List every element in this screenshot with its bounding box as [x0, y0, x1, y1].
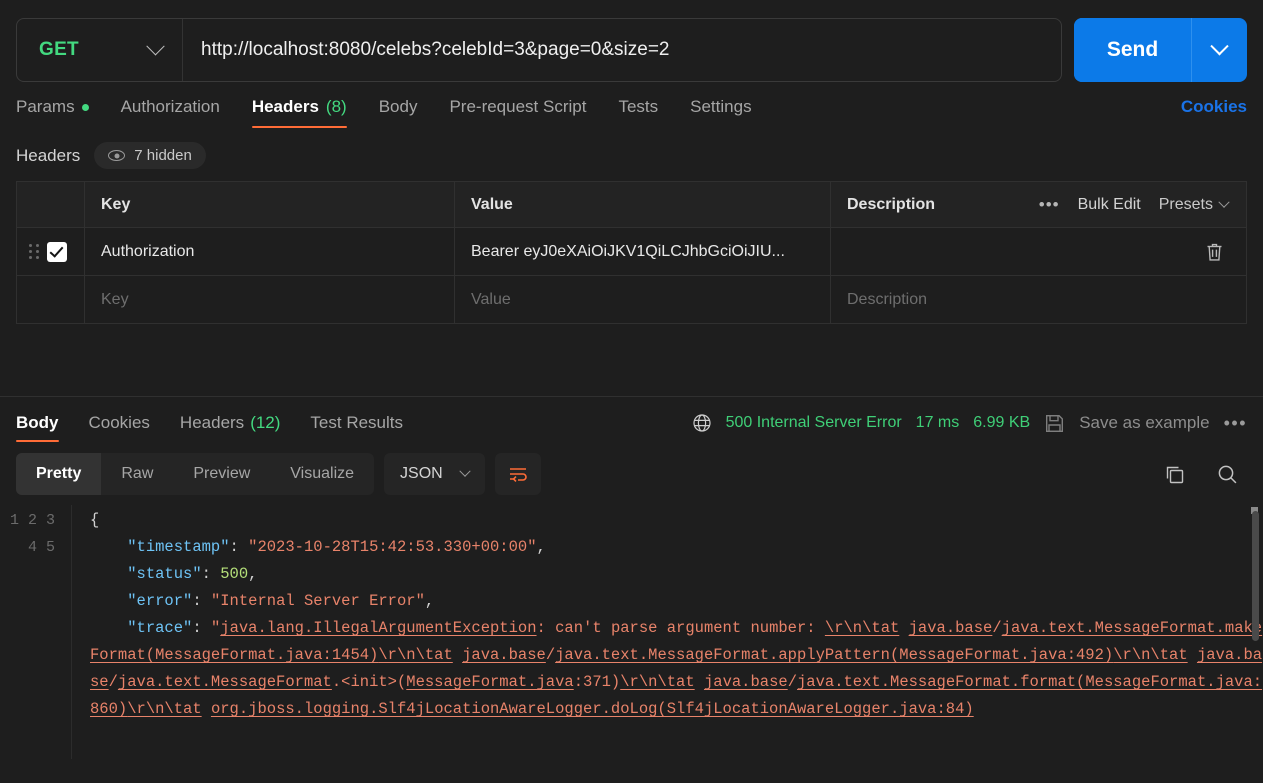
- tab-body[interactable]: Body: [379, 97, 418, 128]
- headers-section-title: Headers: [16, 145, 81, 165]
- response-view-toolbar: Pretty Raw Preview Visualize JSON: [0, 449, 1263, 495]
- tab-settings[interactable]: Settings: [690, 97, 751, 128]
- response-tab-test-results-label: Test Results: [310, 413, 404, 432]
- response-body-tools: [1163, 463, 1247, 486]
- copy-icon[interactable]: [1163, 463, 1186, 486]
- json-body[interactable]: { "timestamp": "2023-10-28T15:42:53.330+…: [72, 505, 1263, 759]
- view-mode-pretty[interactable]: Pretty: [16, 453, 102, 495]
- tab-authorization-label: Authorization: [120, 97, 220, 116]
- response-tab-body[interactable]: Body: [16, 397, 59, 449]
- view-mode-visualize[interactable]: Visualize: [270, 453, 374, 495]
- row-delete-cell: [1036, 228, 1247, 275]
- line-number-gutter: 1 2 3 4 5: [0, 505, 72, 759]
- trash-icon[interactable]: [1205, 242, 1224, 262]
- url-box: GET http://localhost:8080/celebs?celebId…: [16, 18, 1062, 82]
- view-mode-preview[interactable]: Preview: [173, 453, 270, 495]
- tab-params[interactable]: Params: [16, 97, 89, 128]
- response-format-selector[interactable]: JSON: [384, 453, 485, 495]
- response-tab-headers-label: Headers: [179, 413, 245, 432]
- bulk-edit-button[interactable]: Bulk Edit: [1078, 196, 1141, 214]
- send-button-group: Send: [1074, 18, 1247, 82]
- tab-tests-label: Tests: [618, 97, 659, 116]
- url-input[interactable]: http://localhost:8080/celebs?celebId=3&p…: [183, 19, 1061, 81]
- http-method-label: GET: [39, 39, 79, 60]
- table-row[interactable]: Authorization Bearer eyJ0eXAiOiJKV1QiLCJ…: [17, 228, 1246, 276]
- response-tab-test-results[interactable]: Test Results: [310, 397, 403, 449]
- row-checkbox[interactable]: [47, 241, 67, 262]
- view-mode-raw[interactable]: Raw: [101, 453, 173, 495]
- response-tab-cookies[interactable]: Cookies: [89, 397, 150, 449]
- response-tab-cookies-label: Cookies: [88, 413, 150, 432]
- status-badge: 500 Internal Server Error: [725, 414, 902, 431]
- response-status-bar: 500 Internal Server Error 17 ms 6.99 KB …: [692, 413, 1247, 434]
- headers-table-head: Key Value Description ••• Bulk Edit Pres…: [17, 182, 1246, 228]
- presets-button[interactable]: Presets: [1158, 195, 1230, 214]
- globe-icon: [692, 413, 712, 433]
- response-tab-body-label: Body: [16, 413, 59, 432]
- tab-params-label: Params: [16, 97, 75, 116]
- tab-headers[interactable]: Headers (8): [251, 97, 347, 128]
- hidden-headers-label: 7 hidden: [134, 147, 192, 164]
- cookies-link[interactable]: Cookies: [1181, 97, 1247, 128]
- view-mode-segmented-control: Pretty Raw Preview Visualize: [16, 453, 375, 495]
- more-options-icon[interactable]: •••: [1039, 195, 1060, 215]
- table-row[interactable]: Key Value Description: [17, 276, 1246, 324]
- tab-headers-label: Headers: [251, 97, 319, 116]
- code-scrollbar[interactable]: [1252, 511, 1259, 641]
- header-cell-key: Key: [85, 182, 455, 227]
- eye-icon: [108, 150, 126, 161]
- search-icon[interactable]: [1216, 463, 1239, 486]
- drag-handle-icon[interactable]: [29, 244, 39, 259]
- response-tabs: Body Cookies Headers (12) Test Results 5…: [0, 397, 1263, 449]
- hidden-headers-toggle[interactable]: 7 hidden: [94, 142, 206, 169]
- headers-subbar: Headers 7 hidden: [0, 128, 1263, 181]
- tab-tests[interactable]: Tests: [618, 97, 658, 128]
- row-value[interactable]: Bearer eyJ0eXAiOiJKV1QiLCJhbGciOiJIU...: [455, 228, 831, 275]
- send-button[interactable]: Send: [1074, 18, 1191, 82]
- chevron-down-icon: [1218, 196, 1230, 208]
- row-select-cell: [17, 276, 85, 323]
- tab-authorization[interactable]: Authorization: [121, 97, 220, 128]
- new-row-description-input[interactable]: Description: [831, 276, 1036, 323]
- row-description[interactable]: [831, 228, 1036, 275]
- tab-headers-count: (8): [325, 97, 347, 116]
- chevron-down-icon: [459, 465, 471, 477]
- postman-window: GET http://localhost:8080/celebs?celebId…: [0, 0, 1263, 783]
- save-icon[interactable]: [1044, 413, 1065, 434]
- response-body-code: 1 2 3 4 5 { "timestamp": "2023-10-28T15:…: [0, 505, 1263, 759]
- chevron-down-icon: [1210, 36, 1229, 55]
- response-time: 17 ms: [915, 414, 960, 431]
- params-modified-dot-icon: [81, 103, 89, 111]
- tab-settings-label: Settings: [690, 97, 752, 116]
- headers-table: Key Value Description ••• Bulk Edit Pres…: [16, 181, 1247, 324]
- send-options-button[interactable]: [1191, 18, 1247, 82]
- new-row-value-input[interactable]: Value: [455, 276, 831, 323]
- response-size: 6.99 KB: [973, 414, 1031, 431]
- save-as-example-button[interactable]: Save as example: [1079, 413, 1209, 433]
- response-format-label: JSON: [400, 465, 443, 482]
- chevron-down-icon: [146, 36, 165, 55]
- request-tabs: Params Authorization Headers (8) Body Pr…: [0, 82, 1263, 128]
- response-more-options-icon[interactable]: •••: [1224, 413, 1247, 434]
- headers-table-actions: ••• Bulk Edit Presets: [1038, 182, 1247, 227]
- new-row-key-input[interactable]: Key: [85, 276, 455, 323]
- presets-label: Presets: [1158, 195, 1213, 213]
- response-tab-headers-count: (12): [250, 413, 281, 432]
- header-cell-value: Value: [455, 182, 831, 227]
- tab-pre-request-script[interactable]: Pre-request Script: [449, 97, 586, 128]
- tab-pre-request-script-label: Pre-request Script: [449, 97, 587, 116]
- request-url-bar: GET http://localhost:8080/celebs?celebId…: [0, 0, 1263, 82]
- word-wrap-toggle[interactable]: [494, 453, 541, 495]
- row-key[interactable]: Authorization: [85, 228, 455, 275]
- header-cell-select: [17, 182, 85, 227]
- row-select-cell: [17, 228, 85, 275]
- http-method-selector[interactable]: GET: [17, 19, 183, 81]
- header-cell-description: Description: [847, 195, 936, 213]
- row-delete-cell: [1036, 276, 1247, 323]
- tab-body-label: Body: [378, 97, 418, 116]
- response-tab-headers[interactable]: Headers (12): [180, 397, 281, 449]
